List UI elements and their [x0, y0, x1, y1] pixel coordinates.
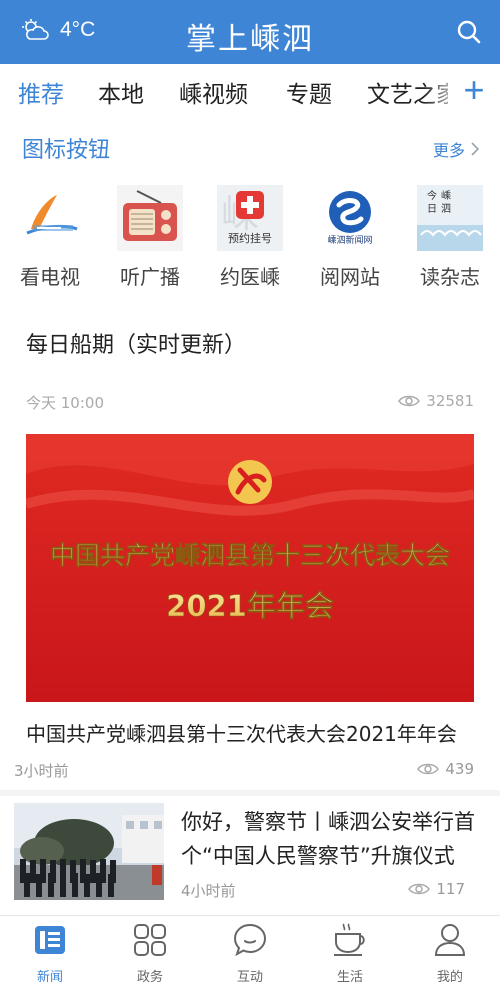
add-channel-button[interactable]: +	[448, 64, 500, 114]
chat-bubble-icon	[233, 923, 267, 957]
section-divider	[0, 790, 500, 796]
icon-section-header: 图标按钮 更多	[0, 124, 500, 168]
icon-button-website[interactable]: 嵊泗新闻网 阅网站	[305, 185, 395, 290]
icon-label: 看电视	[20, 265, 80, 289]
tab-recommend[interactable]: 推荐	[18, 75, 64, 109]
bottom-navigation: 新闻 政务 互动 生活 我的	[0, 915, 500, 988]
icon-button-hospital[interactable]: 嵊 预约挂号 约医嵊	[205, 185, 295, 290]
top-bar: 4°C 掌上嵊泗	[0, 0, 500, 64]
nav-label: 我的	[436, 970, 463, 985]
nav-life[interactable]: 生活	[310, 922, 390, 985]
police-day-thumbnail[interactable]	[14, 803, 164, 900]
nav-interact[interactable]: 互动	[210, 922, 290, 985]
view-count: 439	[445, 760, 474, 778]
grid-icon	[134, 924, 166, 956]
hospital-icon-text: 预约挂号	[228, 231, 272, 245]
view-count: 117	[436, 880, 465, 898]
user-icon	[434, 924, 466, 956]
nav-label: 生活	[336, 970, 363, 985]
news-site-icon: 嵊泗新闻网	[327, 191, 373, 246]
nav-label: 新闻	[36, 970, 63, 985]
article-meta: 今天 10:00 32581	[26, 392, 474, 413]
hospital-cross-icon: 嵊 预约挂号	[217, 185, 283, 251]
banner-caption[interactable]: 中国共产党嵊泗县第十三次代表大会2021年年会	[26, 718, 474, 747]
congress-banner-image[interactable]: 中国共产党嵊泗县第十三次代表大会 2021年年会	[26, 434, 474, 702]
news-title-police-day[interactable]: 你好，警察节丨嵊泗公安举行首个“中国人民警察节”升旗仪式	[181, 805, 481, 873]
tab-video[interactable]: 嵊视频	[179, 75, 248, 109]
more-label: 更多	[432, 141, 465, 160]
view-count: 32581	[426, 392, 474, 410]
article-title-ship-schedule[interactable]: 每日船期（实时更新）	[26, 327, 246, 359]
icon-button-row: 看电视 听广播 嵊 预约挂号 约医嵊 嵊泗新闻网 阅网站	[0, 185, 500, 295]
chevron-right-icon	[471, 142, 480, 156]
icon-button-tv[interactable]: 看电视	[5, 185, 95, 290]
icon-label: 读杂志	[420, 265, 480, 289]
article-time: 今天 10:00	[26, 394, 104, 412]
nav-government[interactable]: 政务	[110, 922, 190, 985]
news-meta: 4小时前 117	[181, 880, 465, 901]
icon-label: 听广播	[120, 265, 180, 289]
tab-special[interactable]: 专题	[286, 75, 332, 109]
nav-news[interactable]: 新闻	[10, 922, 90, 985]
nav-label: 政务	[136, 970, 163, 985]
eye-icon	[408, 883, 431, 895]
search-icon[interactable]	[456, 19, 482, 45]
tv-icon	[26, 195, 78, 235]
banner-subheadline: 2021年年会	[166, 589, 334, 623]
icon-label: 约医嵊	[220, 265, 280, 289]
more-link[interactable]: 更多	[433, 137, 480, 161]
banner-headline: 中国共产党嵊泗县第十三次代表大会	[50, 541, 450, 570]
banner-meta: 3小时前 439	[14, 760, 474, 781]
icon-label: 阅网站	[320, 265, 380, 289]
nav-mine[interactable]: 我的	[410, 922, 490, 985]
radio-icon	[117, 185, 183, 251]
party-emblem-icon	[228, 460, 272, 504]
news-time: 4小时前	[181, 882, 236, 900]
channel-tabs: 推荐 本地 嵊视频 专题 文艺之家 +	[0, 64, 500, 114]
eye-icon	[398, 395, 421, 407]
newspaper-icon	[35, 926, 65, 954]
coffee-cup-icon	[334, 923, 365, 956]
banner-time: 3小时前	[14, 762, 69, 780]
app-title: 掌上嵊泗	[186, 22, 314, 57]
tab-local[interactable]: 本地	[98, 75, 144, 109]
section-title: 图标按钮	[22, 138, 111, 163]
icon-button-magazine[interactable]: 今日嵊泗 读杂志	[405, 185, 495, 290]
icon-button-radio[interactable]: 听广播	[105, 185, 195, 290]
nav-label: 互动	[236, 970, 263, 985]
magazine-icon: 今日嵊泗	[417, 185, 483, 251]
website-icon-text: 嵊泗新闻网	[327, 234, 372, 246]
eye-icon	[417, 763, 440, 775]
